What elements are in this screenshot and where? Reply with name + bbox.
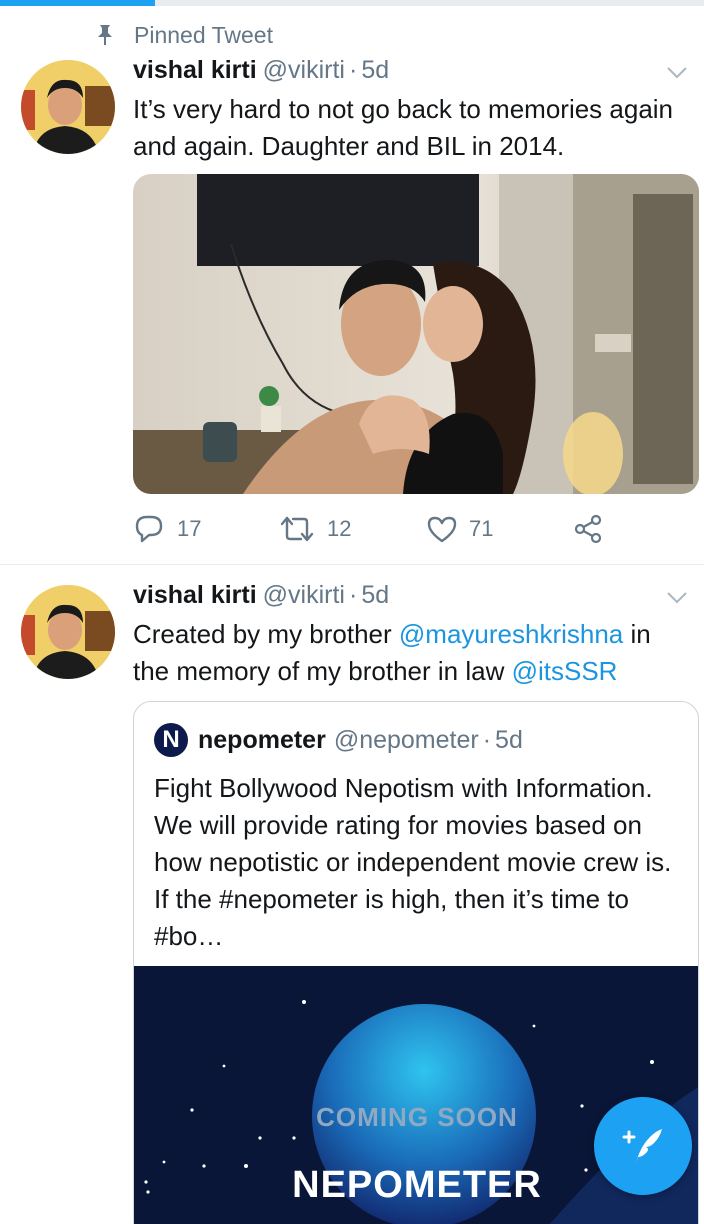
mention-link[interactable]: @mayureshkrishna xyxy=(399,619,623,649)
pin-icon xyxy=(98,25,112,45)
mention-link[interactable]: @itsSSR xyxy=(512,656,618,686)
retweet-count: 12 xyxy=(327,516,352,541)
text-segment: Created by my brother xyxy=(133,619,399,649)
timestamp[interactable]: 5d xyxy=(361,56,389,85)
like-count: 71 xyxy=(469,516,494,541)
avatar[interactable] xyxy=(21,60,115,154)
tweet-header: vishal kirti @vikirti · 5d xyxy=(133,56,389,90)
like-button[interactable]: 71 xyxy=(427,509,493,549)
share-icon xyxy=(574,514,602,544)
separator-dot: · xyxy=(482,725,492,754)
chevron-down-icon[interactable] xyxy=(666,66,688,80)
reply-icon xyxy=(135,515,163,543)
display-name[interactable]: vishal kirti xyxy=(133,56,257,85)
chevron-down-icon[interactable] xyxy=(666,591,688,605)
compose-tweet-icon xyxy=(622,1129,662,1163)
quoted-tweet-header: N nepometer @nepometer · 5d xyxy=(154,722,523,758)
separator-dot: · xyxy=(348,56,358,84)
pinned-label: Pinned Tweet xyxy=(134,21,273,48)
avatar-photo xyxy=(21,60,115,154)
photo-image xyxy=(133,174,699,494)
tweet-text: Created by my brother @mayureshkrishna i… xyxy=(133,616,693,690)
avatar[interactable] xyxy=(21,585,115,679)
tweet-header: vishal kirti @vikirti · 5d xyxy=(133,581,389,615)
pinned-indicator: Pinned Tweet xyxy=(96,20,273,50)
quoted-display-name[interactable]: nepometer xyxy=(198,726,326,755)
tweet-text: It’s very hard to not go back to memorie… xyxy=(133,94,674,161)
heart-icon xyxy=(427,516,457,543)
tweet-photo[interactable] xyxy=(133,174,699,494)
compose-tweet-button[interactable] xyxy=(594,1097,692,1195)
tweet-pinned[interactable]: Pinned Tweet vishal kirti @vikirti · 5d … xyxy=(0,0,704,564)
display-name[interactable]: vishal kirti xyxy=(133,581,257,610)
user-handle[interactable]: @vikirti xyxy=(263,56,345,85)
avatar-photo xyxy=(21,585,115,679)
separator-dot: · xyxy=(348,581,358,609)
quoted-timestamp: 5d xyxy=(495,725,523,754)
user-handle[interactable]: @vikirti xyxy=(263,581,345,610)
retweet-button[interactable]: 12 xyxy=(279,509,351,549)
retweet-icon xyxy=(280,516,314,542)
quoted-avatar[interactable]: N xyxy=(154,723,188,757)
reply-count: 17 xyxy=(177,516,202,541)
share-button[interactable] xyxy=(573,509,603,549)
tweet-actions: 17 12 71 xyxy=(133,509,699,549)
timestamp[interactable]: 5d xyxy=(361,581,389,610)
quoted-user-handle[interactable]: @nepometer xyxy=(334,726,479,755)
quoted-tweet-text: Fight Bollywood Nepotism with Informatio… xyxy=(154,773,672,951)
reply-button[interactable]: 17 xyxy=(133,509,201,549)
